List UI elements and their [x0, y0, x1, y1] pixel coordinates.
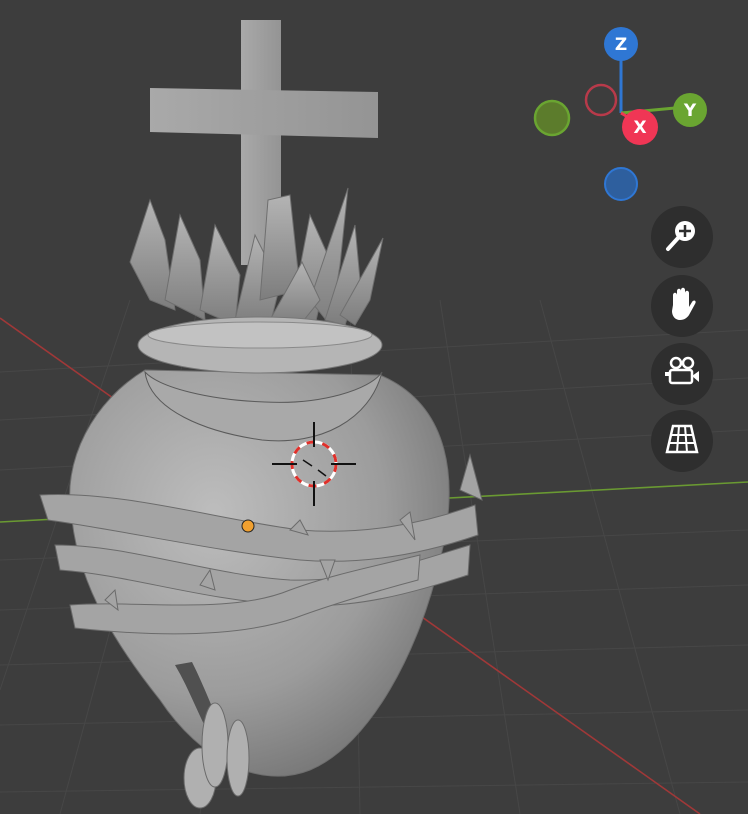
neg-y-axis-handle[interactable] — [533, 99, 571, 137]
neg-x-axis-handle[interactable] — [584, 83, 618, 117]
hand-icon — [661, 283, 703, 329]
sculpted-mesh[interactable] — [39, 20, 483, 809]
z-axis-label: Z — [615, 35, 627, 55]
x-axis-label: X — [633, 118, 646, 138]
camera-view-button[interactable] — [651, 343, 713, 405]
rim-ring-top — [147, 321, 373, 349]
3d-viewport[interactable]: Z Y X — [0, 0, 748, 814]
perspective-toggle-button[interactable] — [651, 410, 713, 472]
camera-icon — [661, 351, 703, 397]
grid-icon — [661, 418, 703, 464]
navigation-gizmo[interactable]: Z Y X — [533, 27, 707, 201]
object-origin — [241, 519, 255, 533]
zoom-button[interactable] — [651, 206, 713, 268]
neg-z-axis-handle[interactable] — [604, 167, 638, 201]
pan-button[interactable] — [651, 275, 713, 337]
y-axis-label: Y — [683, 101, 697, 121]
cross-horizontal — [150, 88, 378, 138]
zoom-icon — [661, 214, 703, 260]
